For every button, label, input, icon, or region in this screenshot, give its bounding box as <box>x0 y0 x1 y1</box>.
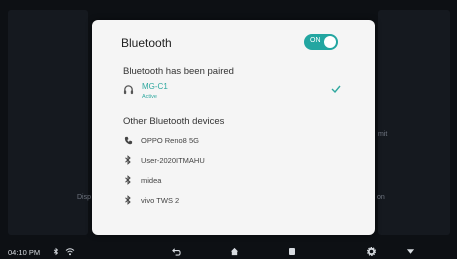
device-item-vivo-tws-2[interactable]: vivo TWS 2 <box>122 192 179 208</box>
device-item-midea[interactable]: midea <box>122 172 161 188</box>
bluetooth-status-icon <box>53 247 59 256</box>
dialog-title: Bluetooth <box>121 36 172 50</box>
home-icon[interactable] <box>230 247 239 256</box>
paired-device-status: Active <box>142 94 157 100</box>
device-name: midea <box>141 175 162 185</box>
settings-icon[interactable] <box>367 247 376 256</box>
bluetooth-icon <box>122 174 134 186</box>
background-label-left: Disp <box>77 194 92 201</box>
check-icon <box>331 85 341 93</box>
toggle-knob <box>324 36 336 48</box>
device-name: OPPO Reno8 5G <box>141 135 199 145</box>
bluetooth-dialog: Bluetooth ON Bluetooth has been paired M… <box>92 20 375 235</box>
device-name: vivo TWS 2 <box>141 195 180 205</box>
bluetooth-icon <box>122 194 134 206</box>
recent-apps-icon[interactable] <box>288 247 296 256</box>
background-tile <box>8 10 88 235</box>
chevron-down-icon[interactable] <box>406 247 415 255</box>
phone-icon <box>122 134 134 146</box>
paired-section-heading: Bluetooth has been paired <box>123 66 234 77</box>
clock: 04:10 PM <box>8 248 41 257</box>
device-item-user-2020itmahu[interactable]: User-2020ITMAHU <box>122 152 205 168</box>
bluetooth-icon <box>122 154 134 166</box>
wifi-icon <box>65 248 75 256</box>
toggle-label: ON <box>310 37 321 44</box>
status-bar: 04:10 PM <box>0 244 457 259</box>
background-tile <box>378 10 450 235</box>
device-name: User-2020ITMAHU <box>141 155 205 165</box>
back-icon[interactable] <box>172 247 181 256</box>
background-label-right-top: mit <box>378 131 388 138</box>
device-item-oppo[interactable]: OPPO Reno8 5G <box>122 132 199 148</box>
headphones-icon <box>123 85 134 95</box>
background-label-right-bottom: on <box>377 194 385 201</box>
bluetooth-toggle[interactable]: ON <box>304 34 338 50</box>
paired-device-name: MG-C1 <box>142 82 168 91</box>
other-section-heading: Other Bluetooth devices <box>123 116 225 127</box>
